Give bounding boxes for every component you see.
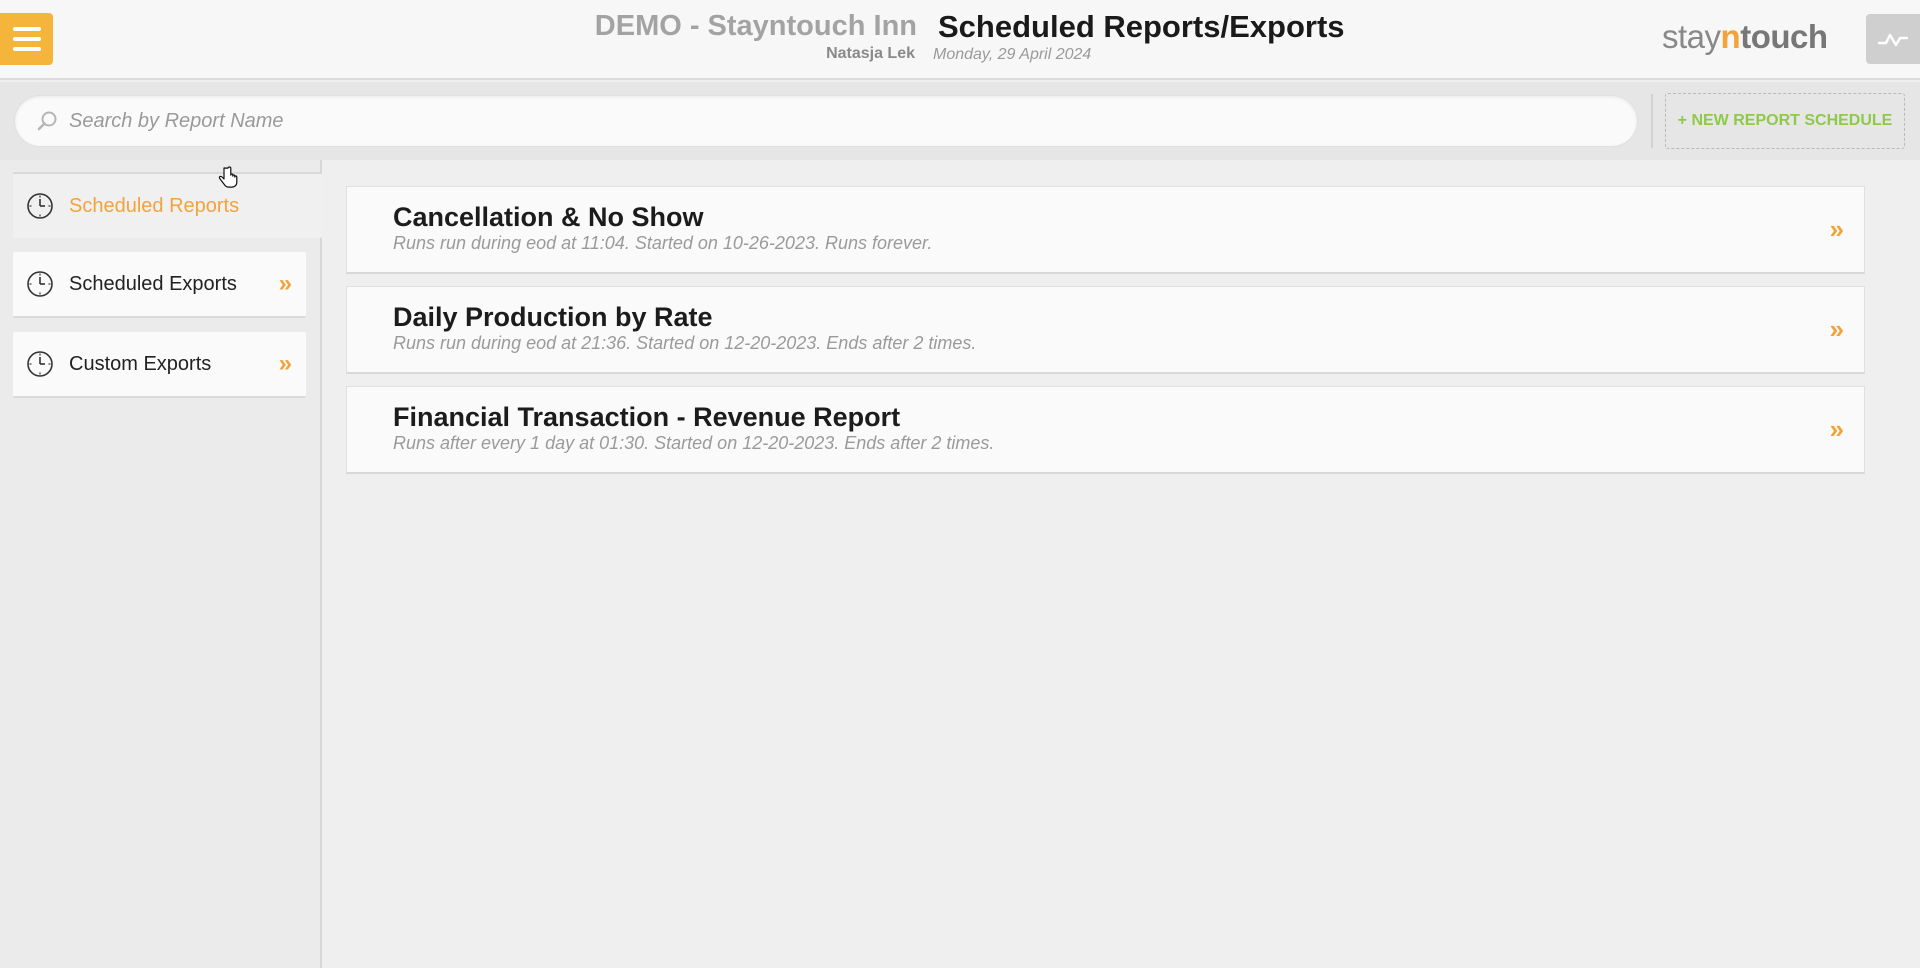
sidebar-item-scheduled-reports[interactable]: Scheduled Reports xyxy=(13,172,322,238)
list-item[interactable]: Cancellation & No Show Runs run during e… xyxy=(346,186,1865,274)
page-title: Scheduled Reports/Exports xyxy=(938,9,1345,44)
report-name: Cancellation & No Show xyxy=(393,202,704,232)
list-item[interactable]: Daily Production by Rate Runs run during… xyxy=(346,286,1865,374)
top-header: DEMO - Stayntouch Inn Natasja Lek Schedu… xyxy=(0,0,1920,80)
chevron-right-icon: » xyxy=(1829,214,1844,244)
activity-button[interactable] xyxy=(1866,14,1920,64)
activity-graph-icon xyxy=(1878,33,1908,47)
stayntouch-logo: stayntouch xyxy=(1662,18,1828,55)
hand-cursor-icon xyxy=(218,166,238,188)
report-schedule-description: Runs run during eod at 11:04. Started on… xyxy=(393,233,933,253)
report-schedule-description: Runs after every 1 day at 01:30. Started… xyxy=(393,433,995,453)
chevron-right-icon: » xyxy=(278,270,292,297)
search-input[interactable] xyxy=(69,109,1629,133)
report-name: Financial Transaction - Revenue Report xyxy=(393,402,901,432)
report-list: Cancellation & No Show Runs run during e… xyxy=(346,186,1865,486)
search-toolbar: + NEW REPORT SCHEDULE xyxy=(0,82,1920,160)
hotel-name: DEMO - Stayntouch Inn xyxy=(594,10,917,42)
report-schedule-description: Runs run during eod at 21:36. Started on… xyxy=(393,333,977,353)
sidebar: Scheduled Reports Scheduled Exports » Cu… xyxy=(0,160,322,968)
hamburger-icon xyxy=(12,27,41,31)
hamburger-menu-button[interactable] xyxy=(0,13,53,65)
new-report-schedule-button[interactable]: + NEW REPORT SCHEDULE xyxy=(1665,93,1905,149)
clock-icon xyxy=(27,193,53,219)
sidebar-item-custom-exports[interactable]: Custom Exports » xyxy=(13,332,306,398)
search-box[interactable] xyxy=(14,95,1638,147)
chevron-right-icon: » xyxy=(1829,314,1844,344)
sidebar-item-label: Scheduled Reports xyxy=(69,194,240,217)
sidebar-item-label: Custom Exports xyxy=(69,352,212,375)
toolbar-divider xyxy=(1651,94,1653,148)
chevron-right-icon: » xyxy=(1829,414,1844,444)
sidebar-item-label: Scheduled Exports xyxy=(69,272,237,295)
user-name: Natasja Lek xyxy=(826,45,915,62)
list-item[interactable]: Financial Transaction - Revenue Report R… xyxy=(346,386,1865,474)
clock-icon xyxy=(27,351,53,377)
sidebar-item-scheduled-exports[interactable]: Scheduled Exports » xyxy=(13,252,306,318)
report-name: Daily Production by Rate xyxy=(393,302,713,332)
chevron-right-icon: » xyxy=(278,350,292,377)
clock-icon xyxy=(27,271,53,297)
search-icon xyxy=(37,111,57,131)
business-date: Monday, 29 April 2024 xyxy=(933,46,1092,63)
